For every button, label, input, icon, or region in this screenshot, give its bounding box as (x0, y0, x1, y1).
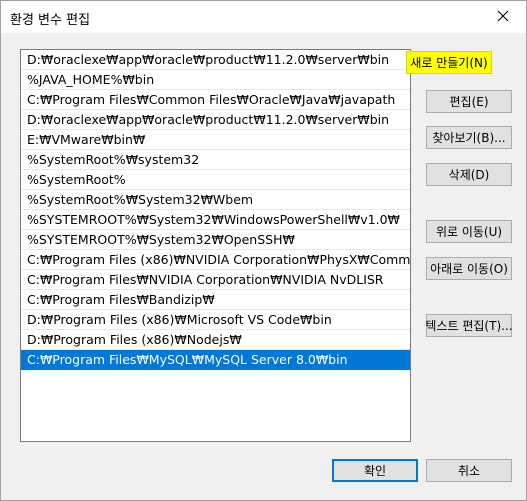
path-list-item[interactable]: C:₩Program Files₩NVIDIA Corporation₩NVID… (21, 270, 410, 290)
path-list-item[interactable]: D:₩oraclexe₩app₩oracle₩product₩11.2.0₩se… (21, 50, 410, 70)
close-button[interactable] (480, 1, 526, 31)
path-list-item[interactable]: C:₩Program Files (x86)₩NVIDIA Corporatio… (21, 250, 410, 270)
path-list-item[interactable]: E:₩VMware₩bin₩ (21, 130, 410, 150)
path-list-item[interactable]: %SystemRoot%₩system32 (21, 150, 410, 170)
path-list-item[interactable]: %SystemRoot% (21, 170, 410, 190)
ok-button[interactable]: 확인 (332, 459, 418, 482)
path-listbox[interactable]: D:₩oraclexe₩app₩oracle₩product₩11.2.0₩se… (20, 49, 411, 442)
close-icon (497, 10, 509, 22)
path-list-item[interactable]: %SystemRoot%₩System32₩Wbem (21, 190, 410, 210)
edit-env-var-dialog: 환경 변수 편집 D:₩oraclexe₩app₩oracle₩product₩… (0, 0, 527, 501)
edit-button[interactable]: 편집(E) (426, 90, 512, 113)
window-title: 환경 변수 편집 (10, 13, 91, 28)
path-list-item[interactable]: C:₩Program Files₩MySQL₩MySQL Server 8.0₩… (21, 350, 410, 370)
delete-button[interactable]: 삭제(D) (426, 163, 512, 186)
edit-text-button[interactable]: 텍스트 편집(T)... (425, 314, 513, 337)
path-list-item[interactable]: D:₩oraclexe₩app₩oracle₩product₩11.2.0₩se… (21, 110, 410, 130)
path-list-item[interactable]: D:₩Program Files (x86)₩Microsoft VS Code… (21, 310, 410, 330)
cancel-button[interactable]: 취소 (426, 459, 512, 482)
path-list-item[interactable]: D:₩Program Files (x86)₩Nodejs₩ (21, 330, 410, 350)
path-list-item[interactable]: C:₩Program Files₩Common Files₩Oracle₩Jav… (21, 90, 410, 110)
move-up-button[interactable]: 위로 이동(U) (426, 220, 512, 243)
new-button[interactable]: 새로 만들기(N) (406, 51, 492, 74)
move-down-button[interactable]: 아래로 이동(O) (426, 257, 512, 280)
browse-button[interactable]: 찾아보기(B)... (426, 126, 512, 149)
path-list-item[interactable]: %JAVA_HOME%₩bin (21, 70, 410, 90)
path-list-item[interactable]: C:₩Program Files₩Bandizip₩ (21, 290, 410, 310)
title-bar: 환경 변수 편집 (1, 1, 526, 33)
path-list-item[interactable]: %SYSTEMROOT%₩System32₩OpenSSH₩ (21, 230, 410, 250)
path-list-item[interactable]: %SYSTEMROOT%₩System32₩WindowsPowerShell₩… (21, 210, 410, 230)
